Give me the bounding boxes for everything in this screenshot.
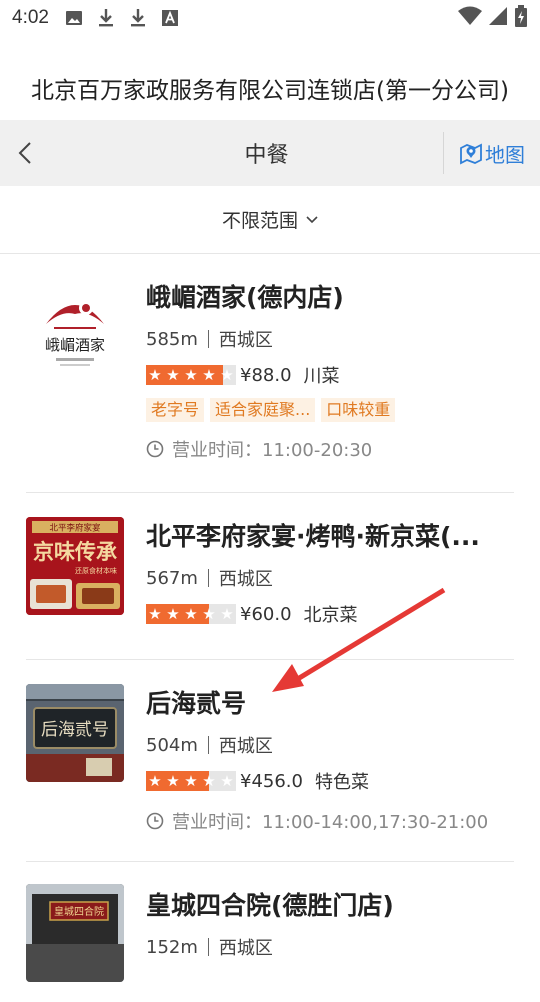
restaurant-name: 峨嵋酒家(德内店) xyxy=(146,283,344,312)
chevron-left-icon xyxy=(18,142,31,164)
cuisine: 北京菜 xyxy=(303,605,358,626)
rating-row: ★ ★ ★ ★ ★ ¥456.0 特色菜 xyxy=(146,768,514,794)
rating-row: ★ ★ ★ ★ ★ ¥88.0 川菜 xyxy=(146,362,514,388)
tag-list: 老字号 适合家庭聚... 口味较重 xyxy=(146,398,514,422)
tag: 老字号 xyxy=(146,398,205,422)
thumb-subtitle: 还原食材本味 xyxy=(75,566,117,575)
nav-title: 中餐 xyxy=(244,143,289,168)
restaurant-info: 北平李府家宴·烤鸭·新京菜(... 567m 西城区 ★ ★ ★ ★ ★ ¥60.0 北… xyxy=(146,521,514,627)
tag: 口味较重 xyxy=(321,398,396,422)
restaurant-thumb: 北平李府家宴 京味传承 还原食材本味 xyxy=(26,517,124,615)
restaurant-name: 北平李府家宴·烤鸭·新京菜(... xyxy=(146,522,480,551)
sign-text: 后海贰号 xyxy=(41,720,109,740)
clock-icon xyxy=(146,812,164,830)
distance: 504m xyxy=(146,734,198,756)
distance: 152m xyxy=(146,936,198,958)
shop-title: 北京百万家政服务有限公司连锁店(第一分公司) xyxy=(31,78,509,104)
district: 西城区 xyxy=(218,938,273,959)
image-icon xyxy=(63,7,85,29)
tag: 适合家庭聚... xyxy=(210,398,316,422)
star-rating: ★ ★ ★ ★ ★ xyxy=(146,604,236,624)
map-button[interactable]: 地图 xyxy=(444,120,540,186)
back-button[interactable] xyxy=(0,120,50,186)
meta-separator xyxy=(207,938,209,956)
distance: 567m xyxy=(146,567,198,589)
price: ¥60.0 xyxy=(240,603,292,625)
restaurant-thumb: 后海贰号 xyxy=(26,684,124,782)
thumb-headline: 京味传承 xyxy=(33,539,117,564)
restaurant-name: 皇城四合院(德胜门店) xyxy=(146,891,394,920)
download-icon xyxy=(127,7,149,29)
status-time: 4:02 xyxy=(12,7,49,28)
status-right xyxy=(458,4,528,32)
star-rating: ★ ★ ★ ★ ★ xyxy=(146,771,236,791)
logo-text: 峨嵋酒家 xyxy=(45,336,105,354)
map-pin-icon xyxy=(460,143,482,165)
wifi-icon xyxy=(458,6,482,31)
restaurant-item[interactable]: 峨嵋酒家 峨嵋酒家(德内店) 585m 西城区 ★ ★ ★ ★ ★ ¥88.0 川菜 xyxy=(26,254,514,493)
range-filter-label: 不限范围 xyxy=(221,210,298,232)
restaurant-logo: 峨嵋酒家 xyxy=(26,284,124,382)
district: 西城区 xyxy=(218,736,273,757)
chevron-down-icon xyxy=(306,215,318,223)
restaurant-info: 后海贰号 504m 西城区 ★ ★ ★ ★ ★ ¥456.0 特色菜 营业时间：11:0… xyxy=(146,688,514,834)
star-rating: ★ ★ ★ ★ ★ xyxy=(146,365,236,385)
thumb-title: 北平李府家宴 xyxy=(49,523,100,534)
restaurant-item[interactable]: 皇城四合院 皇城四合院(德胜门店) 152m 西城区 xyxy=(26,862,514,1002)
restaurant-thumb: 皇城四合院 xyxy=(26,884,124,982)
hours-text: 营业时间：11:00-14:00,17:30-21:00 xyxy=(172,812,489,833)
battery-icon xyxy=(514,4,528,32)
restaurant-item[interactable]: 后海贰号 后海贰号 504m 西城区 ★★★★★ ¥456.0 特色菜 xyxy=(26,660,514,862)
business-hours: 营业时间：11:00-20:30 xyxy=(146,436,514,462)
rating-row: ★ ★ ★ ★ ★ ¥60.0 北京菜 xyxy=(146,601,514,627)
distance: 585m xyxy=(146,328,198,350)
restaurant-info: 皇城四合院(德胜门店) 152m 西城区 xyxy=(146,890,514,960)
restaurant-meta: 504m 西城区 xyxy=(146,732,514,758)
map-label: 地图 xyxy=(485,142,525,167)
signal-icon xyxy=(488,6,508,31)
district: 西城区 xyxy=(218,330,273,351)
download-icon xyxy=(95,7,117,29)
meta-separator xyxy=(207,330,209,348)
cuisine: 特色菜 xyxy=(314,772,369,793)
clock-icon xyxy=(146,440,164,458)
restaurant-item[interactable]: 北平李府家宴 京味传承 还原食材本味 北平李府家宴·烤鸭·新京菜(... 567… xyxy=(26,493,514,660)
range-filter[interactable]: 不限范围 xyxy=(0,186,540,254)
price: ¥456.0 xyxy=(240,770,303,792)
restaurant-meta: 585m 西城区 xyxy=(146,326,514,352)
meta-separator xyxy=(207,569,209,587)
cuisine: 川菜 xyxy=(303,366,340,387)
hours-text: 营业时间：11:00-20:30 xyxy=(172,440,373,461)
sign-text: 皇城四合院 xyxy=(54,905,104,918)
meta-separator xyxy=(207,736,209,754)
restaurant-meta: 567m 西城区 xyxy=(146,565,514,591)
nav-bar: 中餐 地图 xyxy=(0,120,540,186)
status-bar: 4:02 xyxy=(0,0,540,36)
restaurant-meta: 152m 西城区 xyxy=(146,934,514,960)
business-hours: 营业时间：11:00-14:00,17:30-21:00 xyxy=(146,808,514,834)
district: 西城区 xyxy=(218,569,273,590)
restaurant-info: 峨嵋酒家(德内店) 585m 西城区 ★ ★ ★ ★ ★ ¥88.0 川菜 老字号 适合… xyxy=(146,282,514,462)
restaurant-name: 后海贰号 xyxy=(146,689,247,718)
restaurant-list: 峨嵋酒家 峨嵋酒家(德内店) 585m 西城区 ★ ★ ★ ★ ★ ¥88.0 川菜 xyxy=(0,254,540,1002)
price: ¥88.0 xyxy=(240,364,292,386)
a-icon xyxy=(159,7,181,29)
